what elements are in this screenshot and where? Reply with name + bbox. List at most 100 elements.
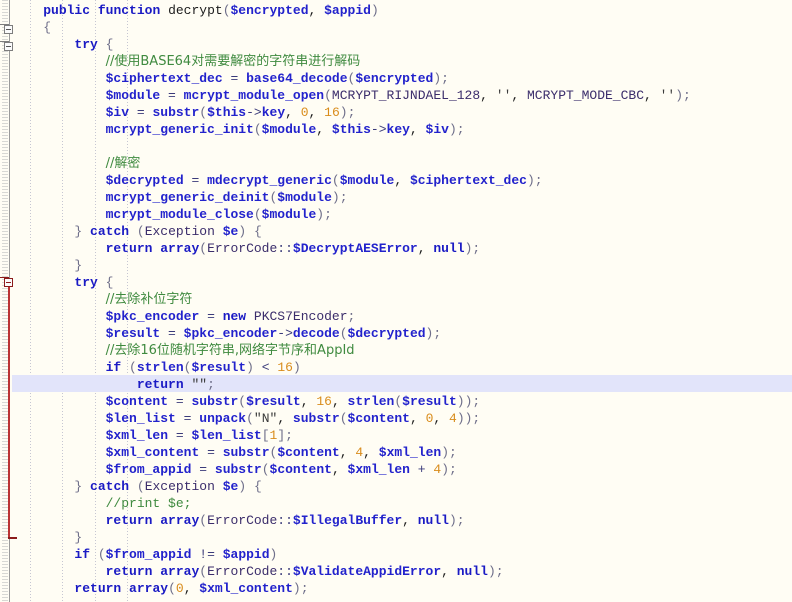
code-line[interactable]: public function decrypt($encrypted, $app… [12, 2, 379, 19]
token-kw: return [105, 241, 153, 256]
code-line[interactable]: mcrypt_generic_deinit($module); [12, 189, 348, 206]
token-punc: )) [456, 411, 473, 426]
token-punc: ; [495, 564, 504, 579]
token-plain: , [285, 105, 301, 120]
code-line[interactable]: $module = mcrypt_module_open(MCRYPT_RIJN… [12, 87, 691, 104]
code-line[interactable]: } [12, 529, 82, 546]
token-kw: array [160, 513, 200, 528]
token-punc: ] [277, 428, 286, 443]
code-line[interactable]: $len_list = unpack("N", substr($content,… [12, 410, 481, 427]
token-punc: ( [136, 479, 145, 494]
code-line[interactable]: mcrypt_generic_init($module, $this->key,… [12, 121, 465, 138]
code-line[interactable]: return array(ErrorCode::$IllegalBuffer, … [12, 512, 465, 529]
token-punc: ( [253, 207, 262, 222]
token-punc: ) [269, 547, 278, 562]
code-line[interactable]: //使用BASE64对需要解密的字符串进行解码 [12, 53, 361, 70]
token-op: = [175, 394, 184, 409]
editor-gutter[interactable] [0, 0, 17, 602]
token-op: = [183, 411, 192, 426]
token-punc: ; [339, 190, 348, 205]
code-line[interactable]: } [12, 257, 82, 274]
code-line[interactable]: $content = substr($result, 16, strlen($r… [12, 393, 481, 410]
code-line[interactable]: { [12, 19, 51, 36]
token-var: $decrypted [347, 326, 426, 341]
token-plain: , [363, 445, 379, 460]
code-editor[interactable]: public function decrypt($encrypted, $app… [0, 0, 792, 602]
code-area[interactable]: public function decrypt($encrypted, $app… [0, 0, 792, 602]
code-line[interactable]: $xml_content = substr($content, 4, $xml_… [12, 444, 457, 461]
token-punc: ) [425, 326, 434, 341]
token-punc: ) [433, 71, 442, 86]
code-line[interactable]: return array(0, $xml_content); [12, 580, 308, 597]
code-line[interactable]: try { [12, 274, 113, 291]
token-plain: , [308, 105, 325, 120]
code-line[interactable]: //去除补位字符 [12, 291, 193, 308]
token-op: = [136, 105, 145, 120]
token-punc: ) [316, 207, 325, 222]
token-punc: ( [199, 241, 208, 256]
token-var: $xml_content [105, 445, 200, 460]
token-plain: , [331, 394, 348, 409]
code-line[interactable]: } catch (Exception $e) { [12, 478, 261, 495]
code-line[interactable]: return ""; [12, 376, 215, 393]
code-line[interactable]: $decrypted = mdecrypt_generic($module, $… [12, 172, 543, 189]
code-line[interactable]: //去除16位随机字符串,网络字节序和AppId [12, 342, 355, 359]
token-plain: , [441, 564, 457, 579]
token-var: $pkc_encoder [105, 309, 200, 324]
token-var: $from_appid [105, 547, 192, 562]
token-cmt: //使用BASE64对需要解密的字符串进行解码 [105, 54, 361, 69]
code-line[interactable]: $iv = substr($this->key, 0, 16); [12, 104, 356, 121]
code-line[interactable]: return array(ErrorCode::$ValidateAppidEr… [12, 563, 504, 580]
token-op: < [261, 360, 270, 375]
token-punc: ; [433, 326, 442, 341]
code-line[interactable]: $result = $pkc_encoder->decode($decrypte… [12, 325, 442, 342]
token-op: + [417, 462, 426, 477]
code-line[interactable]: $ciphertext_dec = base64_decode($encrypt… [12, 70, 449, 87]
token-punc: ( [222, 3, 231, 18]
code-line[interactable]: $pkc_encoder = new PKCS7Encoder; [12, 308, 356, 325]
code-line[interactable]: $from_appid = substr($content, $xml_len … [12, 461, 457, 478]
token-plain: , [433, 411, 449, 426]
code-line[interactable]: return array(ErrorCode::$DecryptAESError… [12, 240, 481, 257]
token-op: -> [246, 105, 262, 120]
token-num: 0 [425, 411, 434, 426]
fold-marker-function[interactable] [4, 25, 13, 34]
token-kw: try [74, 275, 98, 290]
fold-marker-second-try-block[interactable] [4, 278, 13, 287]
code-line[interactable]: //解密 [12, 155, 141, 172]
code-line[interactable]: mcrypt_module_close($module); [12, 206, 332, 223]
code-line[interactable]: } catch (Exception $e) { [12, 223, 261, 240]
token-punc: ) [441, 445, 449, 460]
code-line[interactable]: try { [12, 36, 113, 53]
token-kw: catch [90, 479, 130, 494]
token-var: $xml_len [105, 428, 169, 443]
token-punc: ( [394, 394, 403, 409]
code-line[interactable]: if (strlen($result) < 16) [12, 359, 301, 376]
code-line[interactable]: $xml_len = $len_list[1]; [12, 427, 293, 444]
token-punc: ) [292, 360, 301, 375]
fold-marker-try-block[interactable] [4, 42, 13, 51]
token-kw: return [74, 581, 122, 596]
code-line[interactable]: //print $e; [12, 495, 192, 512]
code-line[interactable]: if ($from_appid != $appid) [12, 546, 277, 563]
